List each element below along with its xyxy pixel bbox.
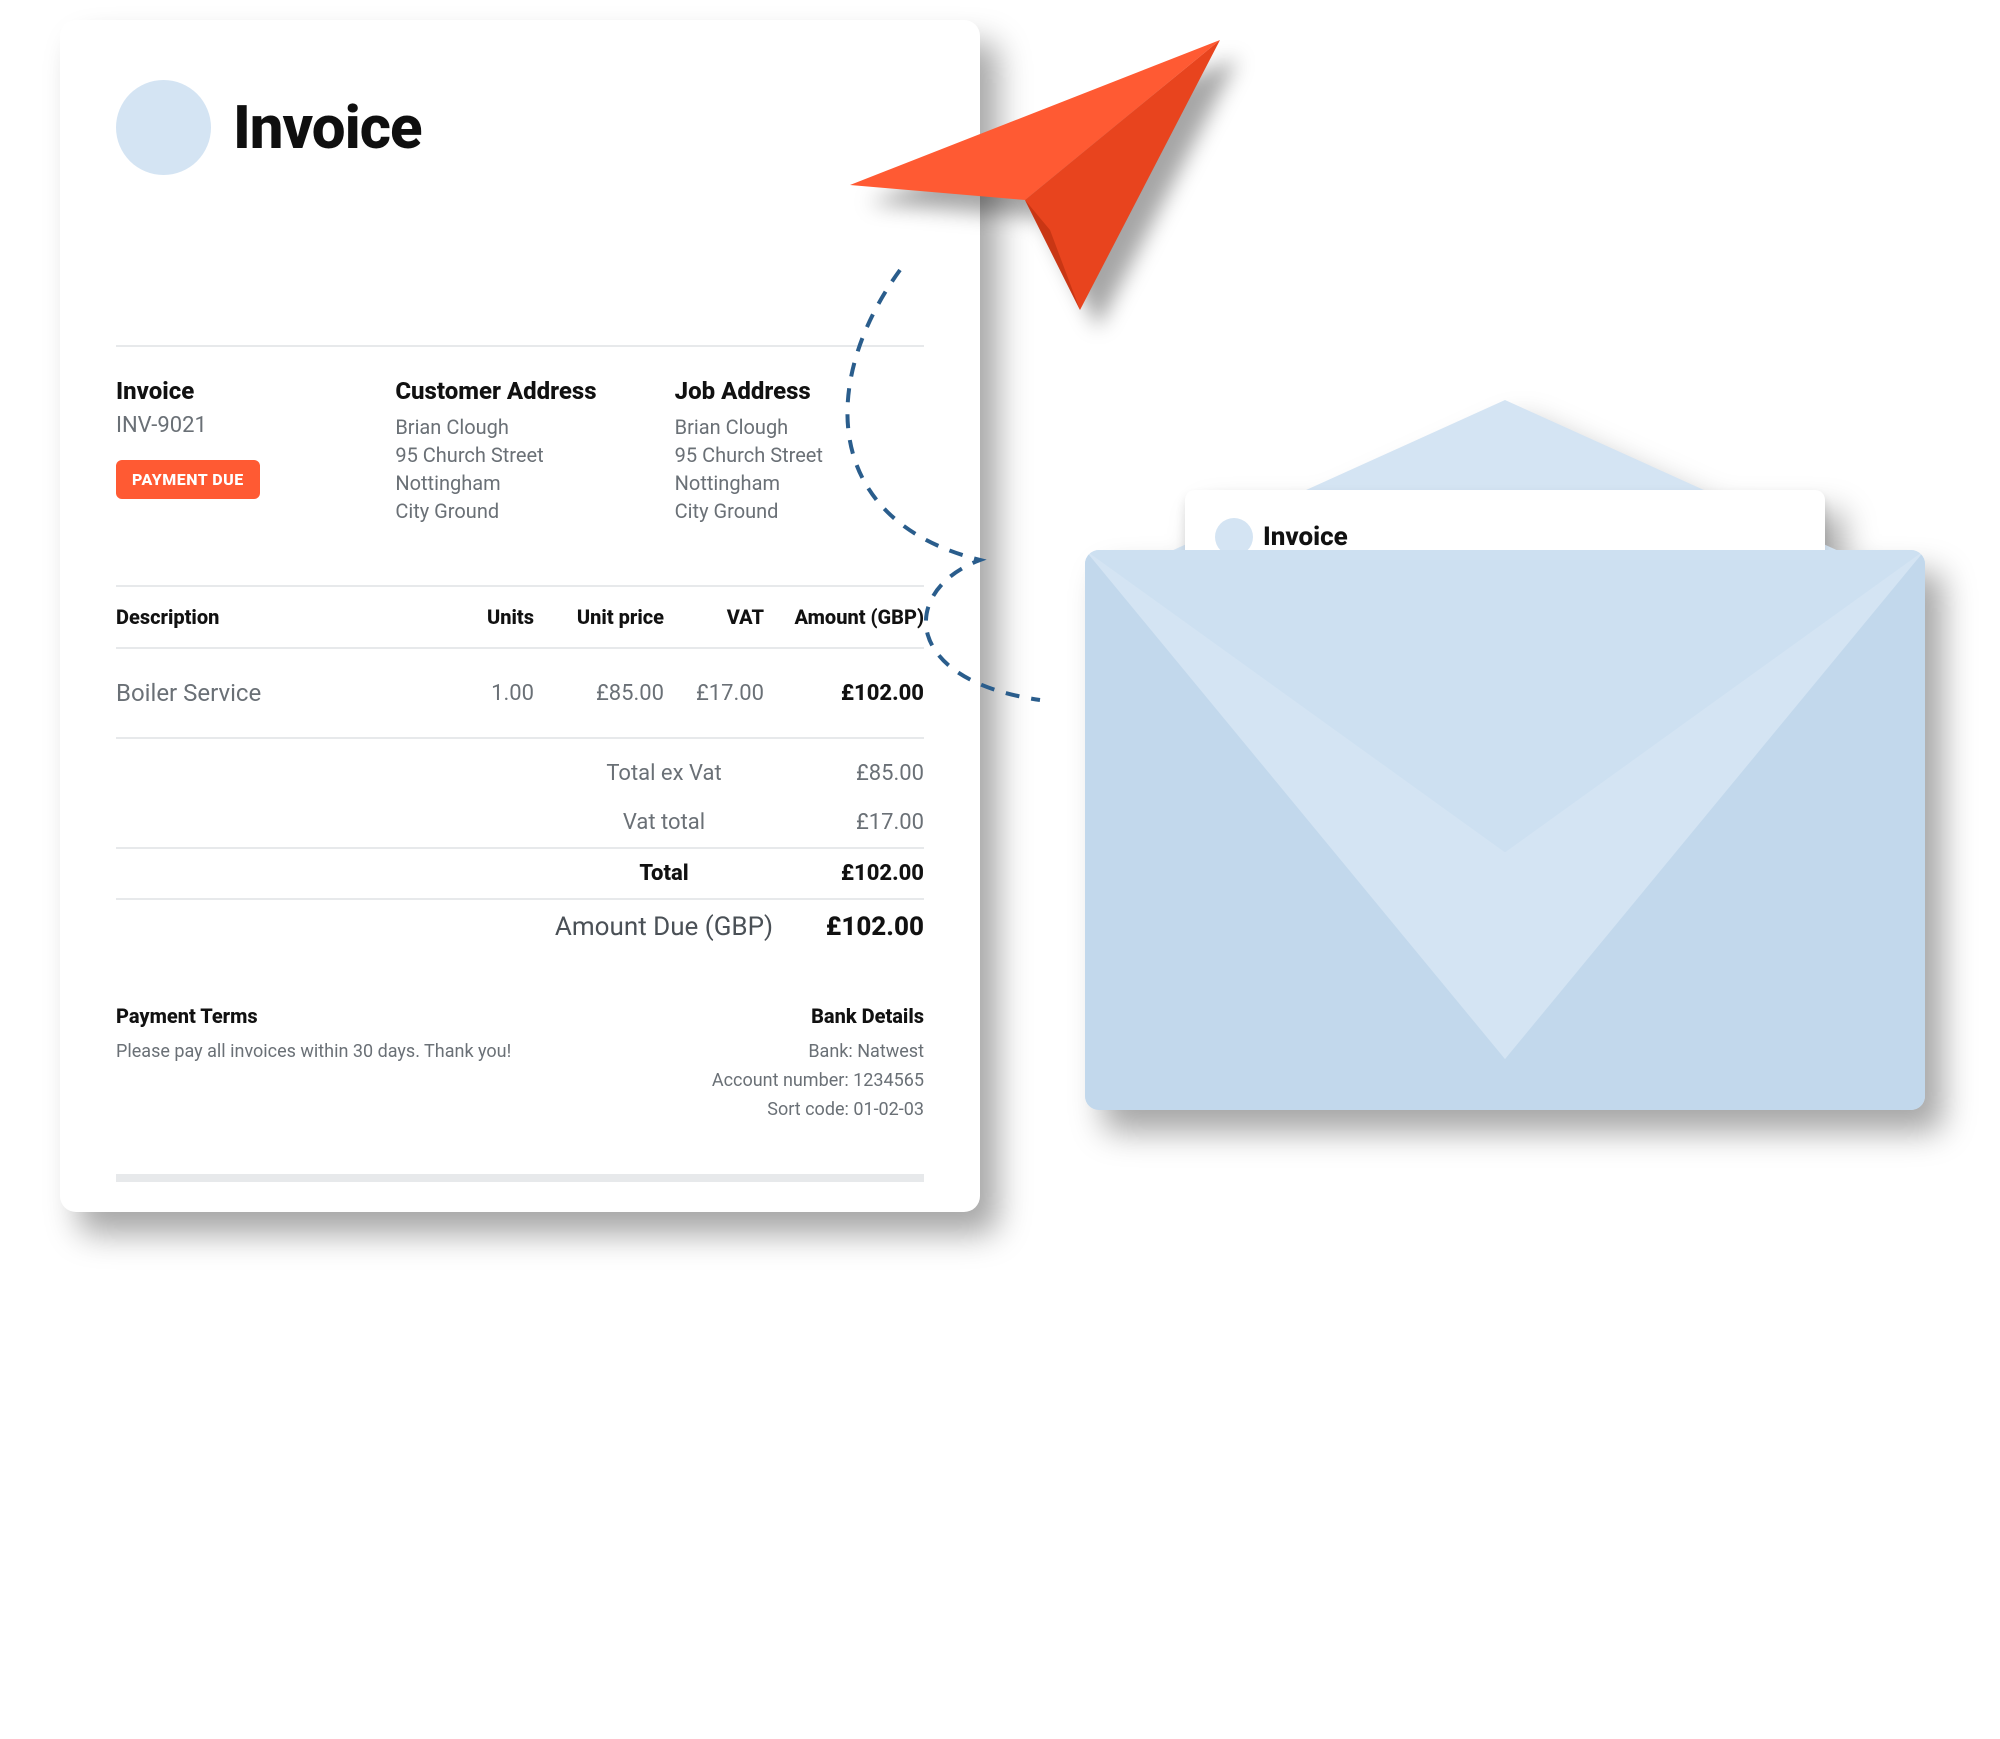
totals-total-label: Total <box>554 861 774 886</box>
invoice-heading: Invoice <box>116 377 365 405</box>
payment-due-badge: PAYMENT DUE <box>116 460 260 499</box>
totals-due-value: £102.00 <box>774 912 924 942</box>
col-description: Description <box>116 605 434 629</box>
invoice-header: Invoice <box>116 80 924 175</box>
totals-vat-value: £17.00 <box>774 810 924 835</box>
item-vat: £17.00 <box>674 681 764 706</box>
job-address-heading: Job Address <box>675 377 924 405</box>
col-unit-price: Unit price <box>544 605 664 629</box>
bottom-rule <box>116 1174 924 1182</box>
logo-circle-icon <box>116 80 211 175</box>
line-items-header: Description Units Unit price VAT Amount … <box>116 587 924 649</box>
envelope-body <box>1085 550 1925 1110</box>
line-items-block: Description Units Unit price VAT Amount … <box>116 585 924 739</box>
totals-due-label: Amount Due (GBP) <box>554 912 774 942</box>
col-units: Units <box>444 605 534 629</box>
bank-details-heading: Bank Details <box>712 1004 924 1028</box>
item-unit-price: £85.00 <box>544 681 664 706</box>
job-address-block: Job Address Brian Clough 95 Church Stree… <box>675 377 924 525</box>
job-name: Brian Clough <box>675 413 924 441</box>
account-value: 1234565 <box>853 1070 924 1091</box>
invoice-meta: Invoice INV-9021 PAYMENT DUE Customer Ad… <box>116 345 924 525</box>
job-city: Nottingham <box>675 469 924 497</box>
payment-terms-text: Please pay all invoices within 30 days. … <box>116 1038 511 1067</box>
page-title: Invoice <box>233 92 422 163</box>
job-locality: City Ground <box>675 497 924 525</box>
payment-terms-heading: Payment Terms <box>116 1004 511 1028</box>
account-label: Account number: <box>712 1070 849 1091</box>
totals-vat-label: Vat total <box>554 810 774 835</box>
mini-title: Invoice <box>1263 522 1348 552</box>
bank-details-block: Bank Details Bank: Natwest Account numbe… <box>712 1004 924 1124</box>
customer-city: Nottingham <box>395 469 644 497</box>
invoice-id-block: Invoice INV-9021 PAYMENT DUE <box>116 377 365 525</box>
customer-address-heading: Customer Address <box>395 377 644 405</box>
bank-value: Natwest <box>857 1041 924 1062</box>
totals-total-value: £102.00 <box>774 861 924 886</box>
invoice-document: Invoice Invoice INV-9021 PAYMENT DUE Cus… <box>60 20 980 1212</box>
paper-plane-icon <box>850 40 1220 320</box>
totals-ex-vat-value: £85.00 <box>774 761 924 786</box>
job-street: 95 Church Street <box>675 441 924 469</box>
item-description: Boiler Service <box>116 679 434 707</box>
customer-street: 95 Church Street <box>395 441 644 469</box>
item-units: 1.00 <box>444 681 534 706</box>
customer-name: Brian Clough <box>395 413 644 441</box>
line-item-row: Boiler Service 1.00 £85.00 £17.00 £102.0… <box>116 649 924 739</box>
col-amount: Amount (GBP) <box>774 605 924 629</box>
invoice-number: INV-9021 <box>116 413 365 438</box>
sort-value: 01-02-03 <box>853 1099 924 1120</box>
col-vat: VAT <box>674 605 764 629</box>
customer-locality: City Ground <box>395 497 644 525</box>
bank-label: Bank: <box>808 1041 852 1062</box>
payment-terms-block: Payment Terms Please pay all invoices wi… <box>116 1004 511 1124</box>
customer-address-block: Customer Address Brian Clough 95 Church … <box>395 377 644 525</box>
totals-ex-vat-label: Total ex Vat <box>554 761 774 786</box>
invoice-footer: Payment Terms Please pay all invoices wi… <box>116 1004 924 1124</box>
envelope-illustration: Invoice Invoice INV-9021 PAYMENT DUE Cus… <box>1085 550 1925 1110</box>
totals-block: Total ex Vat £85.00 Vat total £17.00 Tot… <box>116 749 924 954</box>
item-amount: £102.00 <box>774 681 924 706</box>
sort-label: Sort code: <box>767 1099 849 1120</box>
